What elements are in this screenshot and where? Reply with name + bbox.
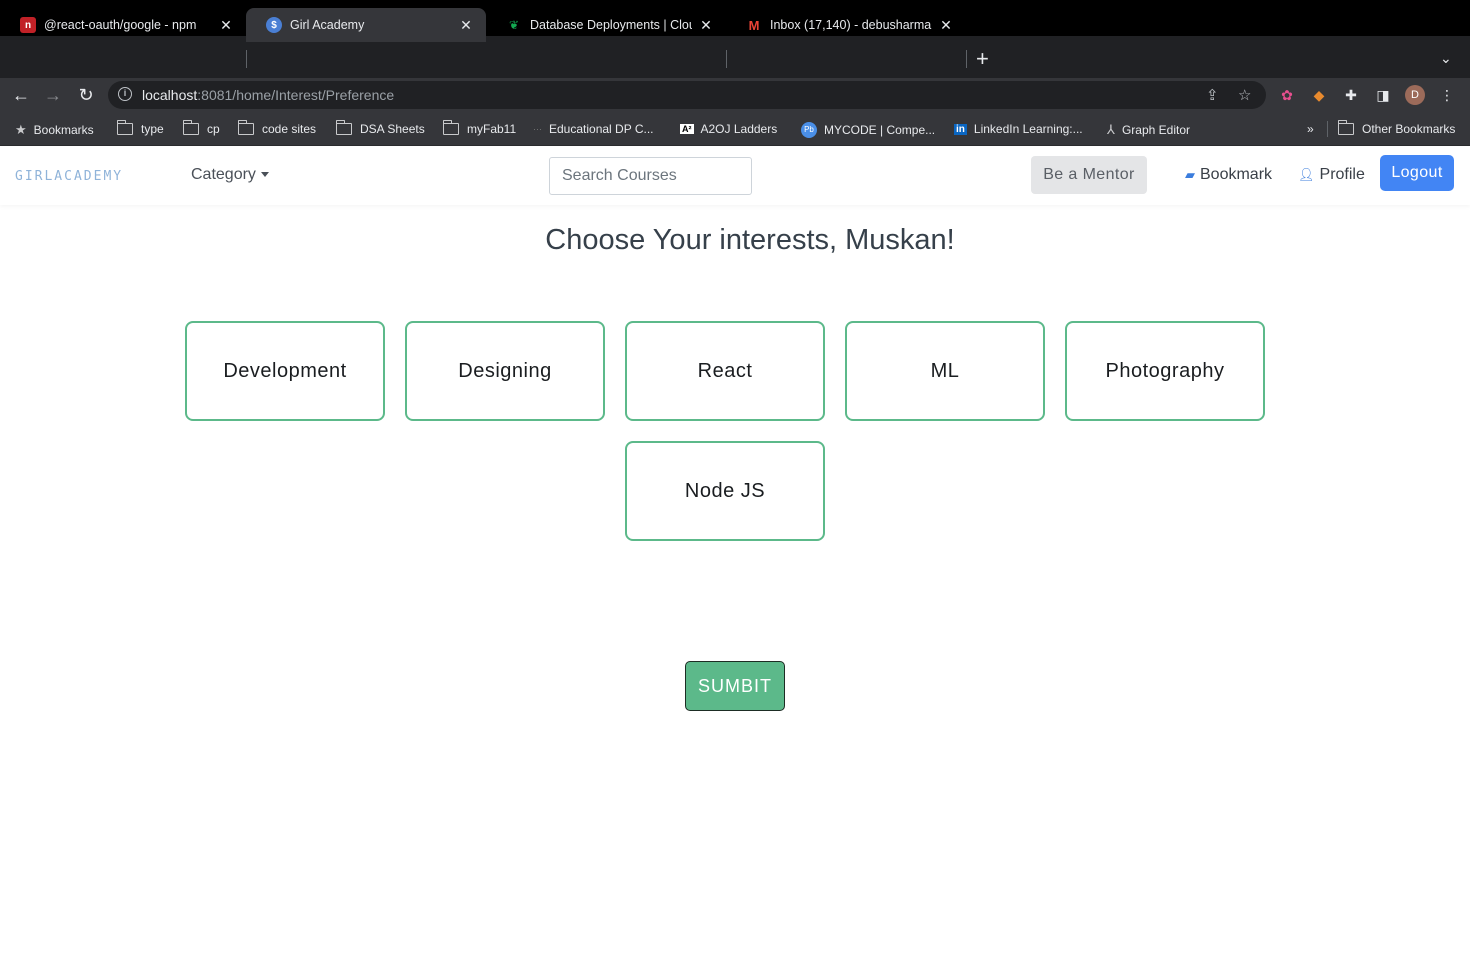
bookmark-item[interactable]: A² A2OJ Ladders [680, 122, 777, 136]
tab-mongodb[interactable]: ❦ Database Deployments | Cloud ✕ [486, 8, 726, 42]
interest-card-ml[interactable]: ML [845, 321, 1045, 421]
bookmark-item[interactable]: type [116, 120, 164, 136]
tab-npm[interactable]: n @react-oauth/google - npm ✕ [0, 8, 246, 42]
close-icon[interactable]: ✕ [218, 17, 234, 34]
bookmark-item[interactable]: code sites [237, 120, 316, 136]
mycode-icon: Pb [801, 122, 817, 138]
color-wheel-extension-icon[interactable]: ✿ [1278, 86, 1296, 104]
interest-card-photography[interactable]: Photography [1065, 321, 1265, 421]
tab-gmail[interactable]: M Inbox (17,140) - debusharma19 ✕ [726, 8, 966, 42]
bookmark-item[interactable]: Pb MYCODE | Compe... [801, 122, 935, 138]
bookmark-item[interactable]: DSA Sheets [335, 120, 425, 136]
close-icon[interactable]: ✕ [698, 17, 714, 34]
profile-avatar[interactable]: D [1405, 85, 1425, 105]
tab-divider [966, 50, 967, 68]
puzzle-extensions-icon[interactable]: ✚ [1342, 86, 1360, 104]
info-icon[interactable]: i [118, 87, 132, 101]
folder-icon [116, 120, 133, 135]
caret-down-icon [260, 172, 269, 178]
folder-icon [237, 120, 254, 135]
tab-girl-academy[interactable]: $ Girl Academy ✕ [246, 8, 486, 42]
close-icon[interactable]: ✕ [938, 17, 954, 34]
back-arrow-icon[interactable]: ← [10, 84, 32, 106]
a2oj-icon: A² [680, 124, 694, 134]
bookmark-link[interactable]: ▰ Bookmark [1185, 166, 1272, 184]
interest-card-development[interactable]: Development [185, 321, 385, 421]
kebab-menu-icon[interactable]: ⋮ [1438, 86, 1456, 104]
interest-card-node-js[interactable]: Node JS [625, 441, 825, 541]
tab-divider [726, 50, 727, 68]
chevron-down-icon[interactable]: ⌄ [1440, 50, 1452, 67]
be-a-mentor-button[interactable]: Be a Mentor [1031, 156, 1147, 194]
address-bar[interactable]: i localhost:8081/home/Interest/Preferenc… [108, 81, 1266, 109]
folder-icon [442, 120, 459, 135]
close-icon[interactable]: ✕ [458, 17, 474, 34]
bookmark-item[interactable]: ⅄ Graph Editor [1107, 122, 1190, 138]
page-title: Choose Your interests, Muskan! [545, 224, 955, 256]
side-panel-icon[interactable]: ◨ [1374, 86, 1392, 104]
npm-icon: n [20, 17, 36, 33]
tab-title: Inbox (17,140) - debusharma19 [770, 18, 932, 32]
brand-logo[interactable]: GIRLACADEMY [15, 169, 123, 184]
dots-icon: ··· [533, 124, 542, 134]
forward-arrow-icon[interactable]: → [42, 84, 64, 106]
tab-strip [0, 36, 1470, 78]
folder-icon [1337, 120, 1354, 135]
tab-divider [246, 50, 247, 68]
bookmark-item[interactable]: in LinkedIn Learning:... [954, 122, 1083, 136]
graph-icon: ⅄ [1107, 122, 1115, 137]
url-text: localhost:8081/home/Interest/Preference [142, 87, 395, 103]
interest-card-designing[interactable]: Designing [405, 321, 605, 421]
category-dropdown[interactable]: Category [191, 166, 269, 184]
metamask-fox-icon[interactable]: ◆ [1310, 86, 1328, 104]
bookmarks-bar: ★ Bookmarks type cp code sites DSA Sheets… [0, 112, 1470, 146]
star-icon[interactable]: ☆ [1238, 86, 1251, 104]
browser-toolbar: ← → ↻ i localhost:8081/home/Interest/Pre… [0, 78, 1470, 112]
tab-title: Girl Academy [290, 18, 365, 32]
tab-title: @react-oauth/google - npm [44, 18, 197, 32]
new-tab-button[interactable]: + [976, 48, 989, 70]
folder-icon [335, 120, 352, 135]
search-input[interactable] [549, 157, 752, 195]
logout-button[interactable]: Logout [1380, 155, 1454, 191]
app-navbar: GIRLACADEMY Category Be a Mentor ▰Bookma… [0, 147, 1470, 205]
star-icon: ★ [15, 122, 27, 137]
user-icon: 👤︎ [1298, 167, 1315, 182]
react-icon: $ [266, 17, 282, 33]
bookmark-item[interactable]: ★ Bookmarks [15, 122, 94, 138]
gmail-icon: M [748, 17, 760, 33]
profile-link[interactable]: 👤︎ Profile [1298, 166, 1365, 184]
other-bookmarks[interactable]: Other Bookmarks [1337, 120, 1455, 136]
bookmark-item[interactable]: myFab11 [442, 120, 516, 136]
share-icon[interactable]: ⇪ [1206, 86, 1219, 104]
linkedin-icon: in [954, 123, 967, 135]
more-bookmarks-button[interactable]: » [1307, 122, 1314, 136]
bookmark-item[interactable]: cp [182, 120, 220, 136]
mongodb-leaf-icon: ❦ [508, 18, 520, 32]
bookmark-item[interactable]: ··· Educational DP C... [533, 122, 654, 136]
tab-title: Database Deployments | Cloud [530, 18, 692, 32]
folder-icon [182, 120, 199, 135]
bookmark-divider [1327, 121, 1328, 137]
submit-button[interactable]: SUMBIT [685, 661, 785, 711]
book-icon: ▰ [1185, 167, 1195, 182]
reload-icon[interactable]: ↻ [75, 84, 97, 106]
interest-card-react[interactable]: React [625, 321, 825, 421]
